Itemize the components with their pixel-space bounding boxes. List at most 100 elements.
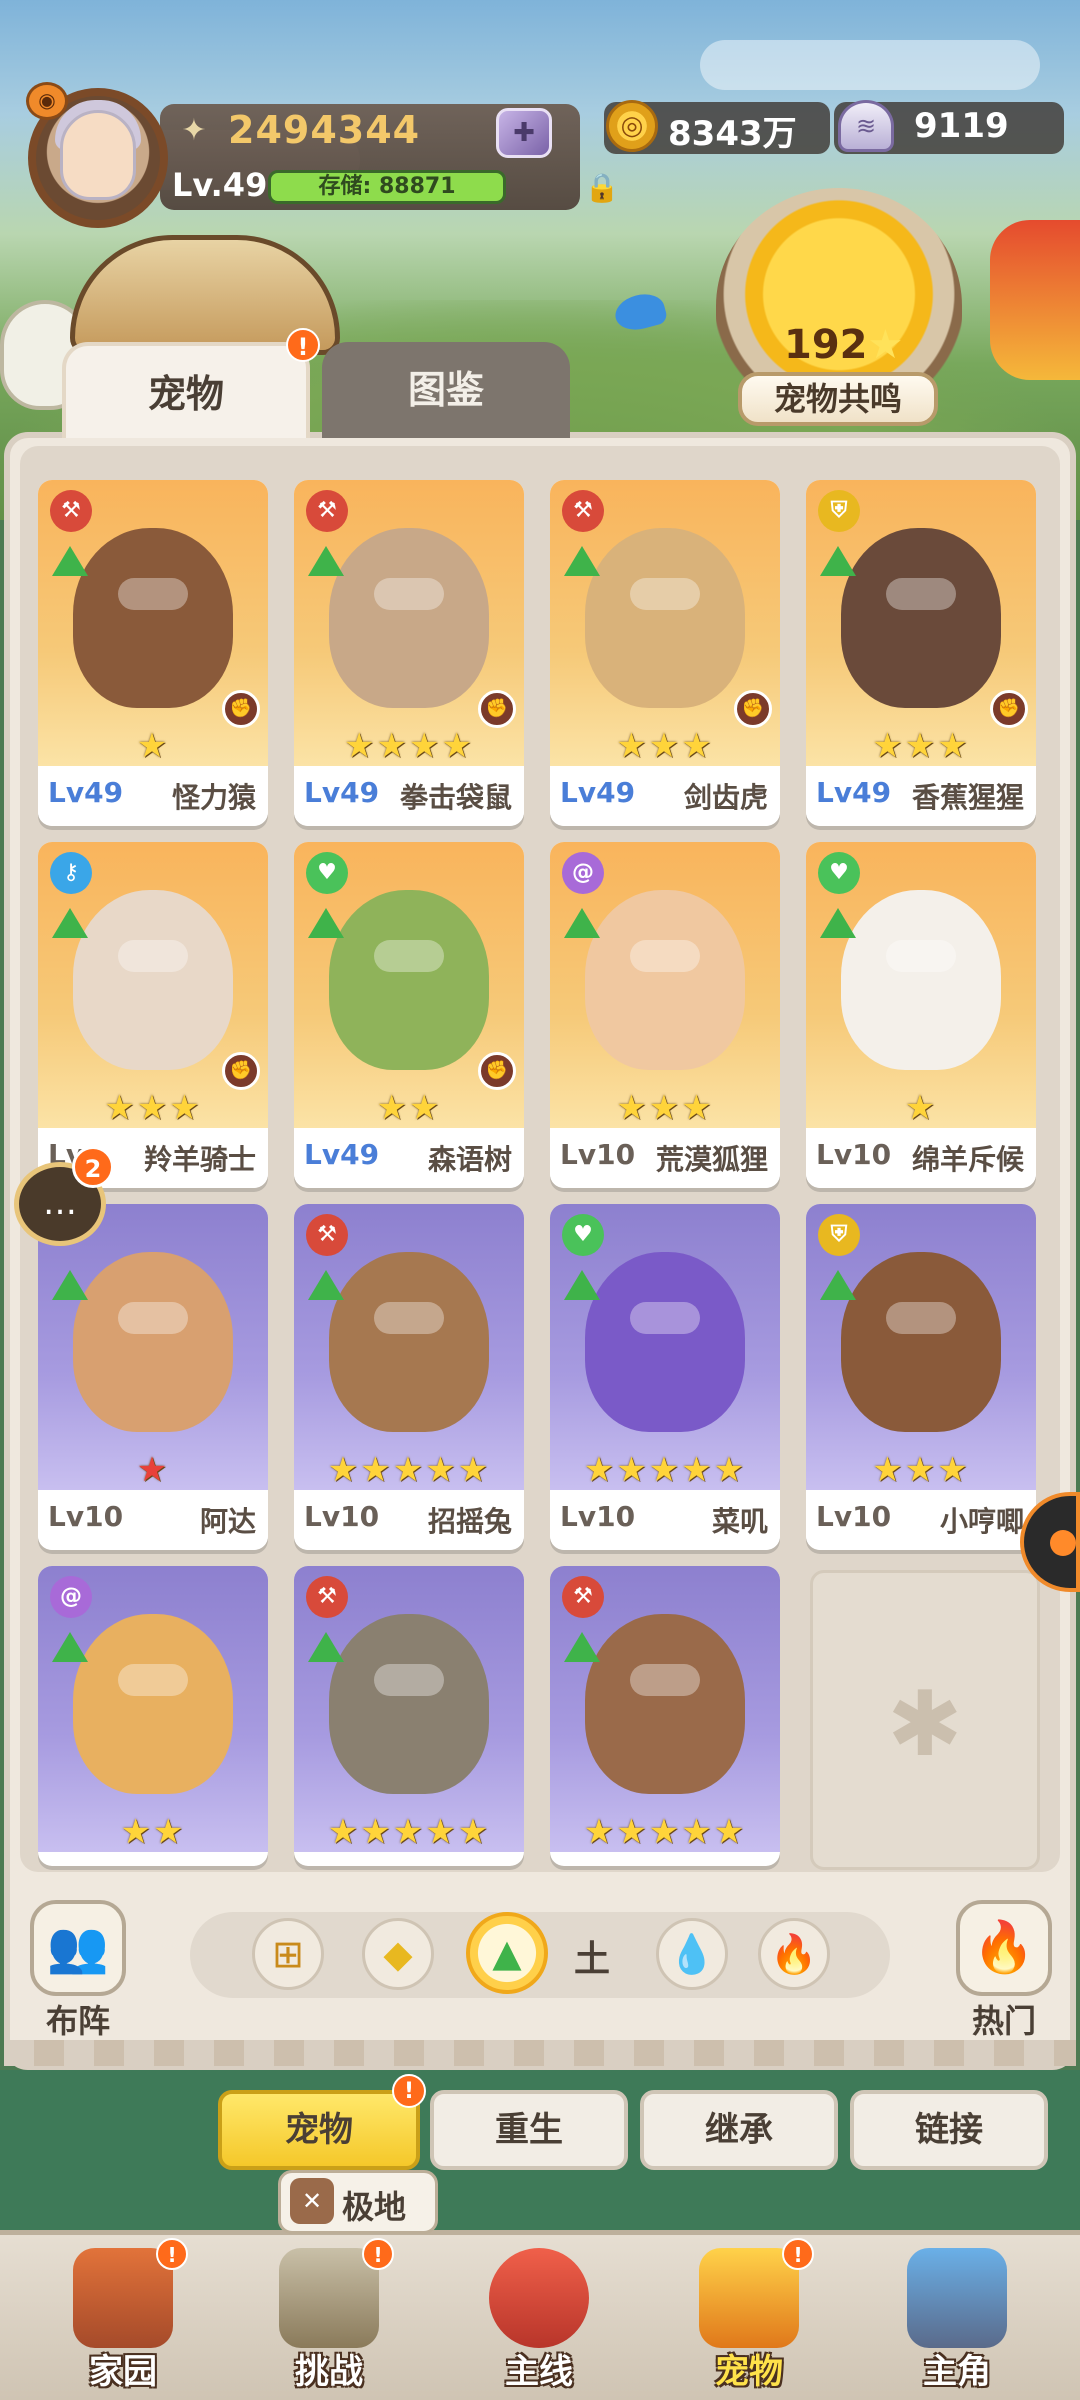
shell-amount: 9119 (914, 106, 1009, 146)
subtab-link[interactable]: 链接 (850, 2090, 1048, 2170)
star-rating: ★★★ (616, 726, 714, 766)
scene-rooster (990, 220, 1080, 380)
pet-level: Lv49 (304, 776, 380, 809)
nav-pet[interactable]: ! 宠物 (664, 2238, 834, 2392)
pet-card[interactable]: ⚒ ★★★★ Lv49 拳击袋鼠 ✊ (294, 480, 524, 826)
ore-icon[interactable]: ✚ (496, 108, 552, 158)
spiral-icon: @ (50, 1576, 92, 1618)
pet-card[interactable]: ♥ ★★★★★ Lv10 菜叽 (550, 1204, 780, 1550)
filter-fire-button[interactable]: 🔥 (758, 1918, 830, 1990)
star-rating: ★★★★★ (583, 1812, 747, 1852)
filter-all-button[interactable]: ⊞ (252, 1918, 324, 1990)
pet-name: 羚羊骑士 (143, 1143, 256, 1176)
star-rating: ★★ (120, 1812, 186, 1852)
pet-name: 绵羊斥候 (911, 1143, 1024, 1176)
pet-card[interactable]: ⚷ ★★★ Lv 羚羊骑士 ✊ (38, 842, 268, 1188)
pet-level: Lv49 (816, 776, 892, 809)
cloud (700, 40, 1040, 90)
pet-name: 剑齿虎 (683, 781, 768, 814)
axe-icon: ⚒ (306, 1576, 348, 1618)
star-rating: ★ (136, 1450, 170, 1490)
heart-icon: ♥ (818, 852, 860, 894)
nav-main[interactable]: 主线 (454, 2240, 624, 2392)
extreme-label: 极地 (342, 2188, 407, 2226)
growth-icon (564, 1632, 600, 1662)
gold-coin-icon: ◎ (606, 100, 658, 152)
growth-icon (52, 1632, 88, 1662)
pet-card[interactable]: ♥ ★★ Lv49 森语树 ✊ (294, 842, 524, 1188)
pet-name: 拳击袋鼠 (399, 781, 512, 814)
growth-icon (820, 546, 856, 576)
filter-water-button[interactable]: 💧 (656, 1918, 728, 1990)
pet-portrait (73, 1614, 233, 1794)
pet-level: Lv10 (816, 1500, 892, 1533)
skill-icon: ✊ (990, 690, 1028, 728)
pet-portrait (329, 1614, 489, 1794)
pet-level: Lv10 (48, 1500, 124, 1533)
heart-icon: ♥ (562, 1214, 604, 1256)
main-quest-icon (489, 2248, 589, 2348)
pet-card[interactable]: ♥ ★ Lv10 绵羊斥候 (806, 842, 1036, 1188)
extreme-icon: ✕ (290, 2178, 334, 2224)
grid-icon: ⊞ (272, 1932, 304, 1976)
lock-icon[interactable]: 🔒 (584, 170, 620, 206)
tab-dex[interactable]: 图鉴 (322, 342, 570, 438)
star-rating: ★ (136, 726, 170, 766)
pet-card[interactable]: ⚒ ★★★ Lv49 剑齿虎 ✊ (550, 480, 780, 826)
shell-icon: ≋ (838, 100, 894, 152)
pet-card[interactable]: @ ★★ (38, 1566, 268, 1866)
resonance-label: 宠物共鸣 (738, 372, 938, 426)
pet-card[interactable]: ⚒ ★★★★★ Lv10 招摇兔 (294, 1204, 524, 1550)
key-icon: ⚷ (50, 852, 92, 894)
pet-card[interactable]: @ ★★★ Lv10 荒漠狐狸 (550, 842, 780, 1188)
pet-portrait (585, 528, 745, 708)
nav-hero[interactable]: 主角 (872, 2240, 1042, 2392)
filter-crest-button[interactable]: ◆ (362, 1918, 434, 1990)
subtab-pet[interactable]: 宠物 (218, 2090, 420, 2170)
hot-label: 热门 (971, 2002, 1036, 2040)
pet-portrait (585, 1614, 745, 1794)
nav-pet-label: 宠物 (715, 2352, 783, 2392)
pet-card[interactable]: ⚒ ★★★★★ (550, 1566, 780, 1866)
pet-level: Lv10 (304, 1500, 380, 1533)
skill-icon: ✊ (478, 1052, 516, 1090)
heart-icon: ♥ (306, 852, 348, 894)
growth-icon (308, 1632, 344, 1662)
shield-icon: ⛨ (818, 1214, 860, 1256)
water-drop-icon: 💧 (668, 1932, 716, 1976)
nav-challenge[interactable]: ! 挑战 (244, 2238, 414, 2392)
pet-card[interactable]: ⚒ ★ Lv49 怪力猿 ✊ (38, 480, 268, 826)
nav-home[interactable]: ! 家园 (38, 2238, 208, 2392)
tab-pet[interactable]: 宠物 (62, 342, 310, 438)
pet-level: Lv49 (48, 776, 124, 809)
pet-level: Lv49 (304, 1138, 380, 1171)
combat-power: 2494344 (228, 108, 421, 152)
star-rating: ★★★ (616, 1088, 714, 1128)
subtab-rebirth[interactable]: 重生 (430, 2090, 628, 2170)
star-rating: ★★★★★ (327, 1812, 491, 1852)
axe-icon: ⚒ (50, 490, 92, 532)
notification-badge: ! (782, 2238, 814, 2270)
pet-card[interactable]: ⛨ ★★★ Lv10 小哼唧 (806, 1204, 1036, 1550)
subtab-inherit[interactable]: 继承 (640, 2090, 838, 2170)
hot-button[interactable]: 🔥 (956, 1900, 1052, 1996)
formation-button[interactable]: 👥 (30, 1900, 126, 1996)
pet-portrait (73, 528, 233, 708)
pet-card[interactable]: ⛨ ★★★ Lv49 香蕉猩猩 ✊ (806, 480, 1036, 826)
skill-icon: ✊ (222, 1052, 260, 1090)
growth-icon (564, 908, 600, 938)
crest-icon: ◆ (383, 1932, 413, 1976)
pet-portrait (841, 1252, 1001, 1432)
shield-icon: ⛨ (818, 490, 860, 532)
skill-icon: ✊ (478, 690, 516, 728)
filter-earth-button[interactable]: ▲ (466, 1912, 548, 1994)
growth-icon (52, 908, 88, 938)
mountain-icon: ▲ (492, 1931, 522, 1975)
pet-name: 森语树 (427, 1143, 512, 1176)
flame-icon: 🔥 (972, 1918, 1036, 1976)
star-rating: ★★★★★ (583, 1450, 747, 1490)
star-rating: ★ (904, 1088, 938, 1128)
pet-card[interactable]: ⚒ ★★★★★ (294, 1566, 524, 1866)
pet-card[interactable]: ★ Lv10 阿达 (38, 1204, 268, 1550)
star-rating: ★★★ (872, 1450, 970, 1490)
